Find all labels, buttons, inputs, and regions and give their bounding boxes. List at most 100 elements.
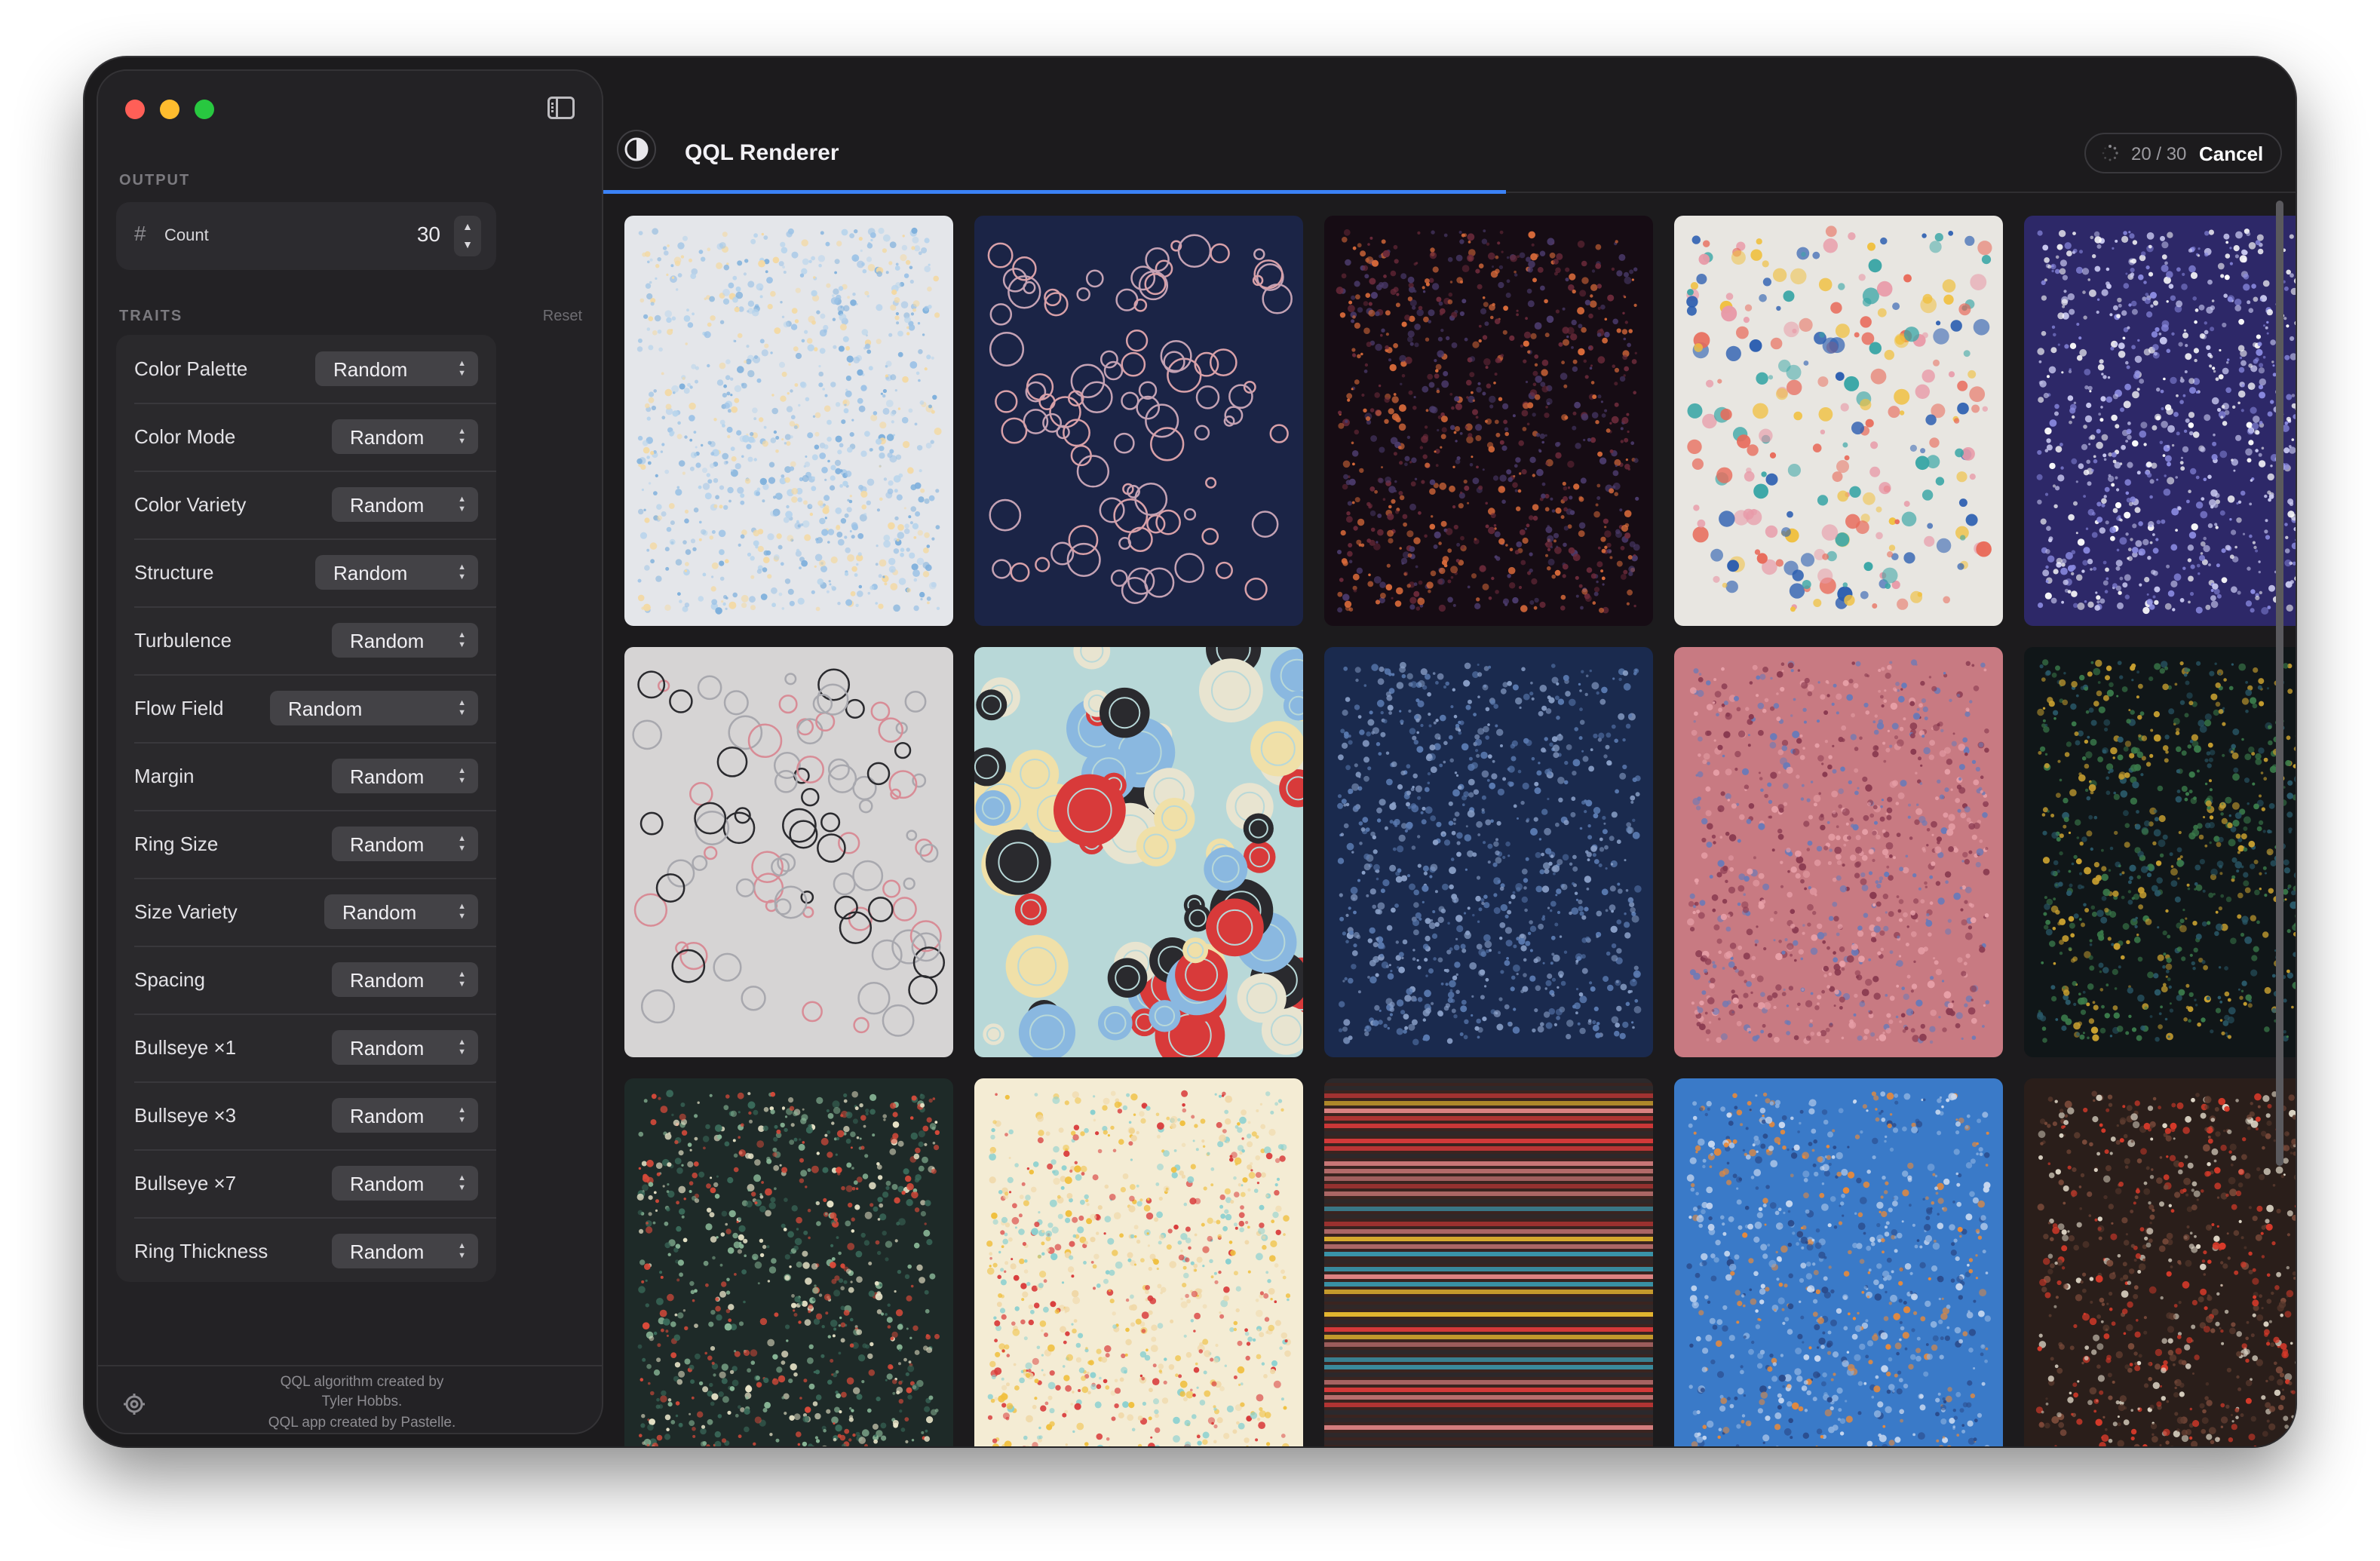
trait-label: Color Mode <box>134 425 236 448</box>
chevron-updown-icon: ▲ ▼ <box>458 427 466 446</box>
chevron-down-icon[interactable]: ▼ <box>454 238 481 250</box>
gear-icon[interactable] <box>122 1392 146 1416</box>
minimize-window-button[interactable] <box>160 100 179 119</box>
chevron-updown-icon: ▲ ▼ <box>458 1241 466 1260</box>
window-title: QQL Renderer <box>685 140 839 165</box>
traits-list: Color Palette Random ▲ ▼ Color Mode Random ▲ ▼ C… <box>116 335 496 1282</box>
artwork-thumbnail[interactable] <box>624 216 953 626</box>
trait-row: Ring Thickness Random ▲ ▼ <box>116 1217 496 1285</box>
sidebar-toggle-icon[interactable] <box>547 97 575 119</box>
artwork-thumbnail[interactable] <box>974 216 1303 626</box>
count-input[interactable]: 30 <box>417 222 440 247</box>
artwork-image <box>1686 225 1992 612</box>
artwork-thumbnail[interactable] <box>1674 647 2003 1057</box>
chevron-updown-icon: ▲ ▼ <box>458 1038 466 1057</box>
trait-select[interactable]: Random ▲ ▼ <box>332 1166 478 1201</box>
artwork-thumbnail[interactable] <box>2024 1078 2296 1446</box>
artwork-thumbnail[interactable] <box>974 647 1303 1057</box>
footer-divider <box>98 1365 602 1366</box>
trait-label: Ring Thickness <box>134 1240 268 1262</box>
trait-label: Color Palette <box>134 357 248 380</box>
artwork-thumbnail[interactable] <box>1674 1078 2003 1446</box>
reset-button[interactable]: Reset <box>543 308 582 325</box>
artwork-thumbnail[interactable] <box>1324 647 1653 1057</box>
row-divider <box>134 810 496 811</box>
contrast-icon <box>624 137 649 161</box>
footer-credit-line: QQL app created by Pastelle. <box>268 1415 456 1431</box>
artwork-image <box>986 1090 1291 1446</box>
artwork-image <box>636 227 942 615</box>
output-heading: OUTPUT <box>119 172 191 189</box>
trait-select-value: Random <box>350 969 425 992</box>
row-divider <box>134 606 496 608</box>
chevron-updown-icon: ▲ ▼ <box>458 1106 466 1124</box>
artwork-thumbnail[interactable] <box>974 1078 1303 1446</box>
trait-label: Bullseye ×3 <box>134 1104 237 1127</box>
trait-select-value: Random <box>350 1105 425 1127</box>
appearance-toggle-button[interactable] <box>617 130 656 169</box>
trait-select[interactable]: Random ▲ ▼ <box>332 1098 478 1133</box>
trait-select-value: Random <box>333 562 408 584</box>
trait-select[interactable]: Random ▲ ▼ <box>332 1234 478 1268</box>
artwork-image <box>2036 659 2296 1043</box>
artwork-image <box>632 668 946 1037</box>
trait-row: Turbulence Random ▲ ▼ <box>116 606 496 674</box>
trait-row: Bullseye ×3 Random ▲ ▼ <box>116 1081 496 1149</box>
trait-label: Spacing <box>134 968 205 991</box>
close-window-button[interactable] <box>125 100 145 119</box>
chevron-up-icon[interactable]: ▲ <box>454 220 481 232</box>
artwork-grid[interactable] <box>603 193 2296 1446</box>
trait-select-value: Random <box>333 358 408 381</box>
app-window: OUTPUT # Count 30 ▲ ▼ TRAITS Reset Color… <box>84 57 2296 1446</box>
artwork-image <box>974 647 1303 1057</box>
trait-row: Size Variety Random ▲ ▼ <box>116 878 496 946</box>
artwork-image <box>1337 661 1642 1046</box>
trait-select-value: Random <box>350 1037 425 1060</box>
row-divider <box>134 674 496 676</box>
trait-row: Color Mode Random ▲ ▼ <box>116 403 496 471</box>
trait-select[interactable]: Random ▲ ▼ <box>332 487 478 522</box>
hash-icon: # <box>134 222 146 245</box>
traits-heading: TRAITS <box>119 308 183 324</box>
trait-select[interactable]: Random ▲ ▼ <box>332 827 478 861</box>
trait-select-value: Random <box>342 901 417 924</box>
count-stepper[interactable]: ▲ ▼ <box>454 216 481 256</box>
trait-row: Bullseye ×7 Random ▲ ▼ <box>116 1149 496 1217</box>
trait-select[interactable]: Random ▲ ▼ <box>315 555 478 590</box>
artwork-thumbnail[interactable] <box>1674 216 2003 626</box>
artwork-thumbnail[interactable] <box>1324 1078 1653 1446</box>
artwork-image <box>1336 228 1640 614</box>
trait-select[interactable]: Random ▲ ▼ <box>324 894 478 929</box>
trait-label: Ring Size <box>134 833 219 855</box>
trait-select-value: Random <box>288 698 363 720</box>
footer-credit-line: QQL algorithm created by <box>280 1374 444 1390</box>
trait-label: Structure <box>134 561 214 584</box>
scrollbar[interactable] <box>2276 201 2283 1166</box>
artwork-thumbnail[interactable] <box>1324 216 1653 626</box>
cancel-button[interactable]: Cancel <box>2199 143 2263 166</box>
artwork-thumbnail[interactable] <box>2024 647 2296 1057</box>
zoom-window-button[interactable] <box>195 100 214 119</box>
count-label: Count <box>164 225 209 244</box>
row-divider <box>134 742 496 744</box>
artwork-thumbnail[interactable] <box>624 647 953 1057</box>
chevron-updown-icon: ▲ ▼ <box>458 698 466 717</box>
row-divider <box>134 946 496 947</box>
progress-count: 20 / 30 <box>2131 144 2187 164</box>
trait-select[interactable]: Random ▲ ▼ <box>315 351 478 386</box>
row-divider <box>134 538 496 540</box>
row-divider <box>134 403 496 404</box>
chevron-updown-icon: ▲ ▼ <box>458 834 466 853</box>
trait-row: Spacing Random ▲ ▼ <box>116 946 496 1014</box>
artwork-image <box>1687 659 1990 1044</box>
trait-select[interactable]: Random ▲ ▼ <box>332 419 478 454</box>
trait-row: Margin Random ▲ ▼ <box>116 742 496 810</box>
trait-select[interactable]: Random ▲ ▼ <box>332 1030 478 1065</box>
artwork-thumbnail[interactable] <box>624 1078 953 1446</box>
trait-select[interactable]: Random ▲ ▼ <box>332 759 478 793</box>
trait-select[interactable]: Random ▲ ▼ <box>332 962 478 997</box>
trait-label: Bullseye ×7 <box>134 1172 237 1195</box>
trait-select[interactable]: Random ▲ ▼ <box>332 623 478 658</box>
trait-select[interactable]: Random ▲ ▼ <box>270 691 478 725</box>
artwork-thumbnail[interactable] <box>2024 216 2296 626</box>
